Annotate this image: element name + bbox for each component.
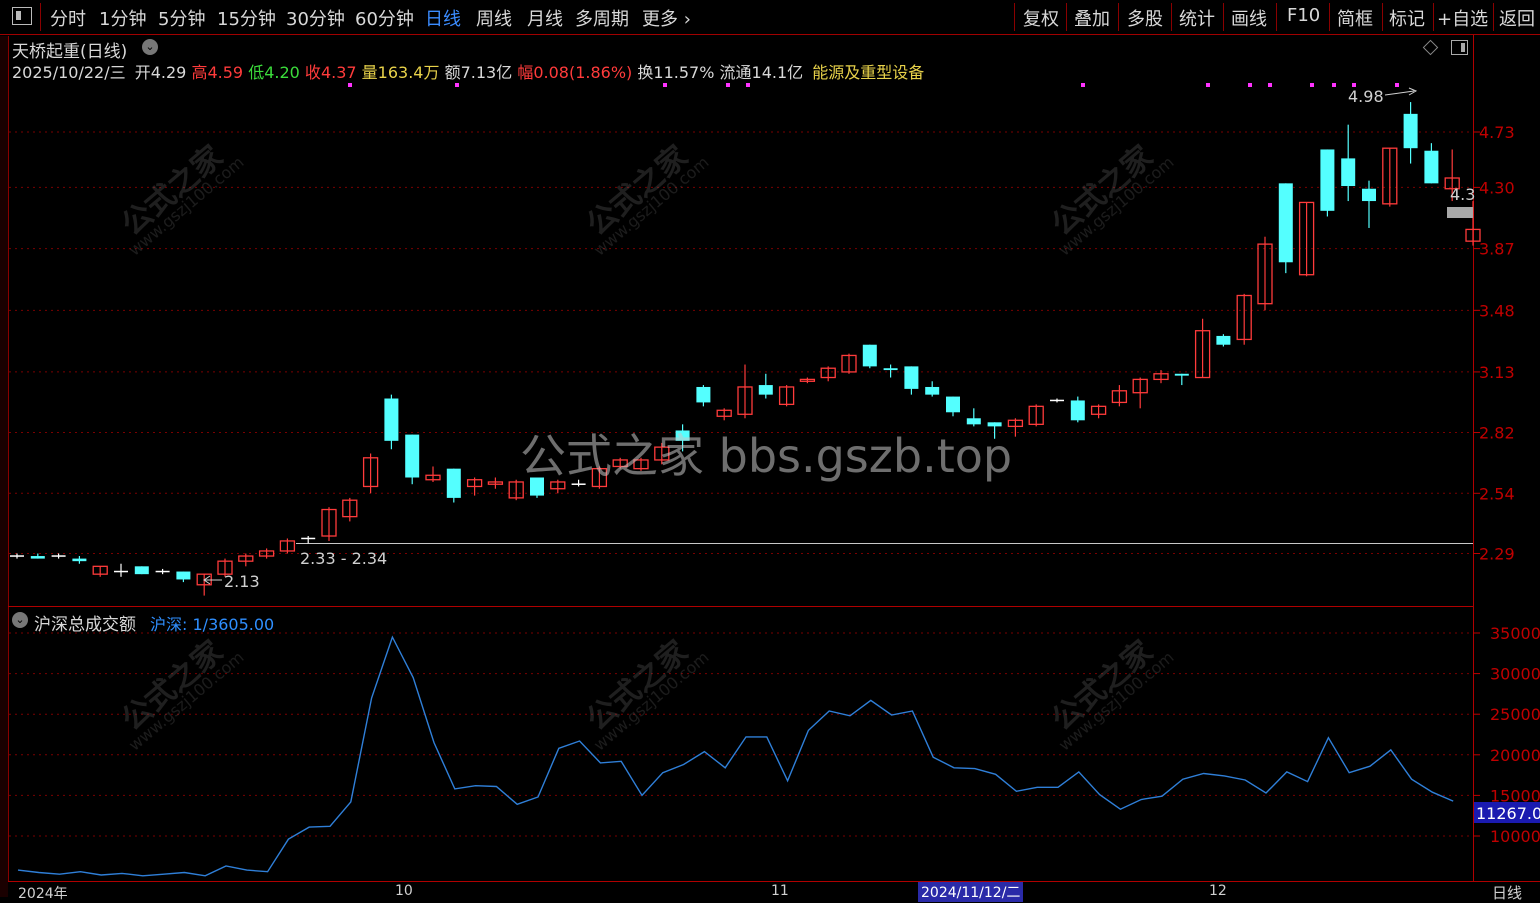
candle-body — [446, 468, 461, 498]
y-axis-tick-label: 2.82 — [1479, 424, 1515, 443]
last-price-tag: 4.3 — [1450, 185, 1475, 204]
candle-body — [1174, 373, 1189, 376]
signal-marker-dot — [726, 83, 730, 87]
candle-body — [1403, 113, 1418, 149]
candle-body — [1341, 158, 1356, 187]
signal-marker-dot — [746, 83, 750, 87]
indicator-y-tick-label: 35000 — [1490, 624, 1540, 643]
candle-body — [1362, 188, 1376, 202]
signal-marker-dot — [1332, 83, 1336, 87]
candle-body — [925, 386, 940, 395]
candle-body — [1320, 149, 1335, 211]
candle-body — [758, 385, 773, 395]
indicator-pane — [8, 606, 1474, 883]
y-axis-tick-label: 4.30 — [1479, 178, 1515, 197]
candle-body — [946, 396, 960, 413]
y-axis-tick-label: 2.29 — [1479, 545, 1515, 564]
y-axis-tick-label: 3.87 — [1479, 240, 1515, 259]
candle-body — [904, 366, 919, 389]
candle-body — [883, 368, 898, 371]
candle-body — [405, 434, 420, 478]
last-value-tag-bg — [1474, 802, 1540, 823]
reference-range-label: 2.33 - 2.34 — [300, 549, 387, 568]
candle-body — [1278, 183, 1293, 263]
x-axis-label-2024: 2024年 — [18, 886, 68, 902]
y-axis-tick-label: 2.54 — [1479, 484, 1515, 503]
indicator-y-tick-label: 25000 — [1490, 705, 1540, 724]
indicator-y-tick-label: 30000 — [1490, 665, 1540, 684]
signal-marker-dot — [455, 83, 459, 87]
candle-body — [1070, 400, 1085, 421]
signal-marker-dot — [1310, 83, 1314, 87]
candle-body — [696, 386, 711, 403]
candle-body — [134, 566, 149, 575]
signal-marker-dot — [1248, 83, 1252, 87]
indicator-series-label: 沪深: 1/3605.00 — [150, 611, 274, 635]
candle-body — [30, 556, 45, 559]
signal-marker-dot — [1268, 83, 1272, 87]
signal-marker-dot — [1395, 83, 1399, 87]
indicator-y-tick-label: 20000 — [1490, 746, 1540, 765]
indicator-series-name: 沪深: — [150, 615, 188, 634]
indicator-dropdown-icon[interactable]: ⌄ — [12, 612, 28, 628]
watermark-main: 公式之家 bbs.gszb.top — [520, 429, 1013, 483]
y-axis-tick-label: 3.48 — [1479, 301, 1515, 320]
period-corner-label: 日线 — [1492, 884, 1523, 902]
max-price-label: 4.98 — [1348, 87, 1384, 106]
last-value-tag: 11267.0 — [1476, 804, 1540, 823]
y-axis-tick-label: 4.73 — [1479, 123, 1515, 142]
signal-marker-dot — [663, 83, 667, 87]
y-axis-tick-label: 3.13 — [1479, 363, 1515, 382]
signal-marker-dot — [1081, 83, 1085, 87]
candle-body — [1216, 335, 1231, 345]
indicator-y-tick-label: 15000 — [1490, 786, 1540, 805]
min-price-label: 2.13 — [224, 572, 260, 591]
candle-body — [1424, 150, 1439, 184]
signal-marker-dot — [348, 83, 352, 87]
candlestick-chart: 4.73 4.30 3.87 3.48 3.13 2.82 2.54 2.29 4.98 2.13… — [9, 83, 1515, 596]
indicator-y-tick-label: 10000 — [1490, 827, 1540, 846]
last-price-marker — [1447, 207, 1473, 218]
x-axis-cursor-date: 2024/11/12/二 — [918, 882, 1024, 902]
candle-body — [72, 558, 87, 562]
indicator-title: 沪深总成交额 — [34, 615, 136, 635]
signal-marker-dot — [1206, 83, 1210, 87]
candle-body — [384, 398, 399, 441]
candle-body — [176, 571, 191, 580]
candle-body — [862, 344, 877, 367]
